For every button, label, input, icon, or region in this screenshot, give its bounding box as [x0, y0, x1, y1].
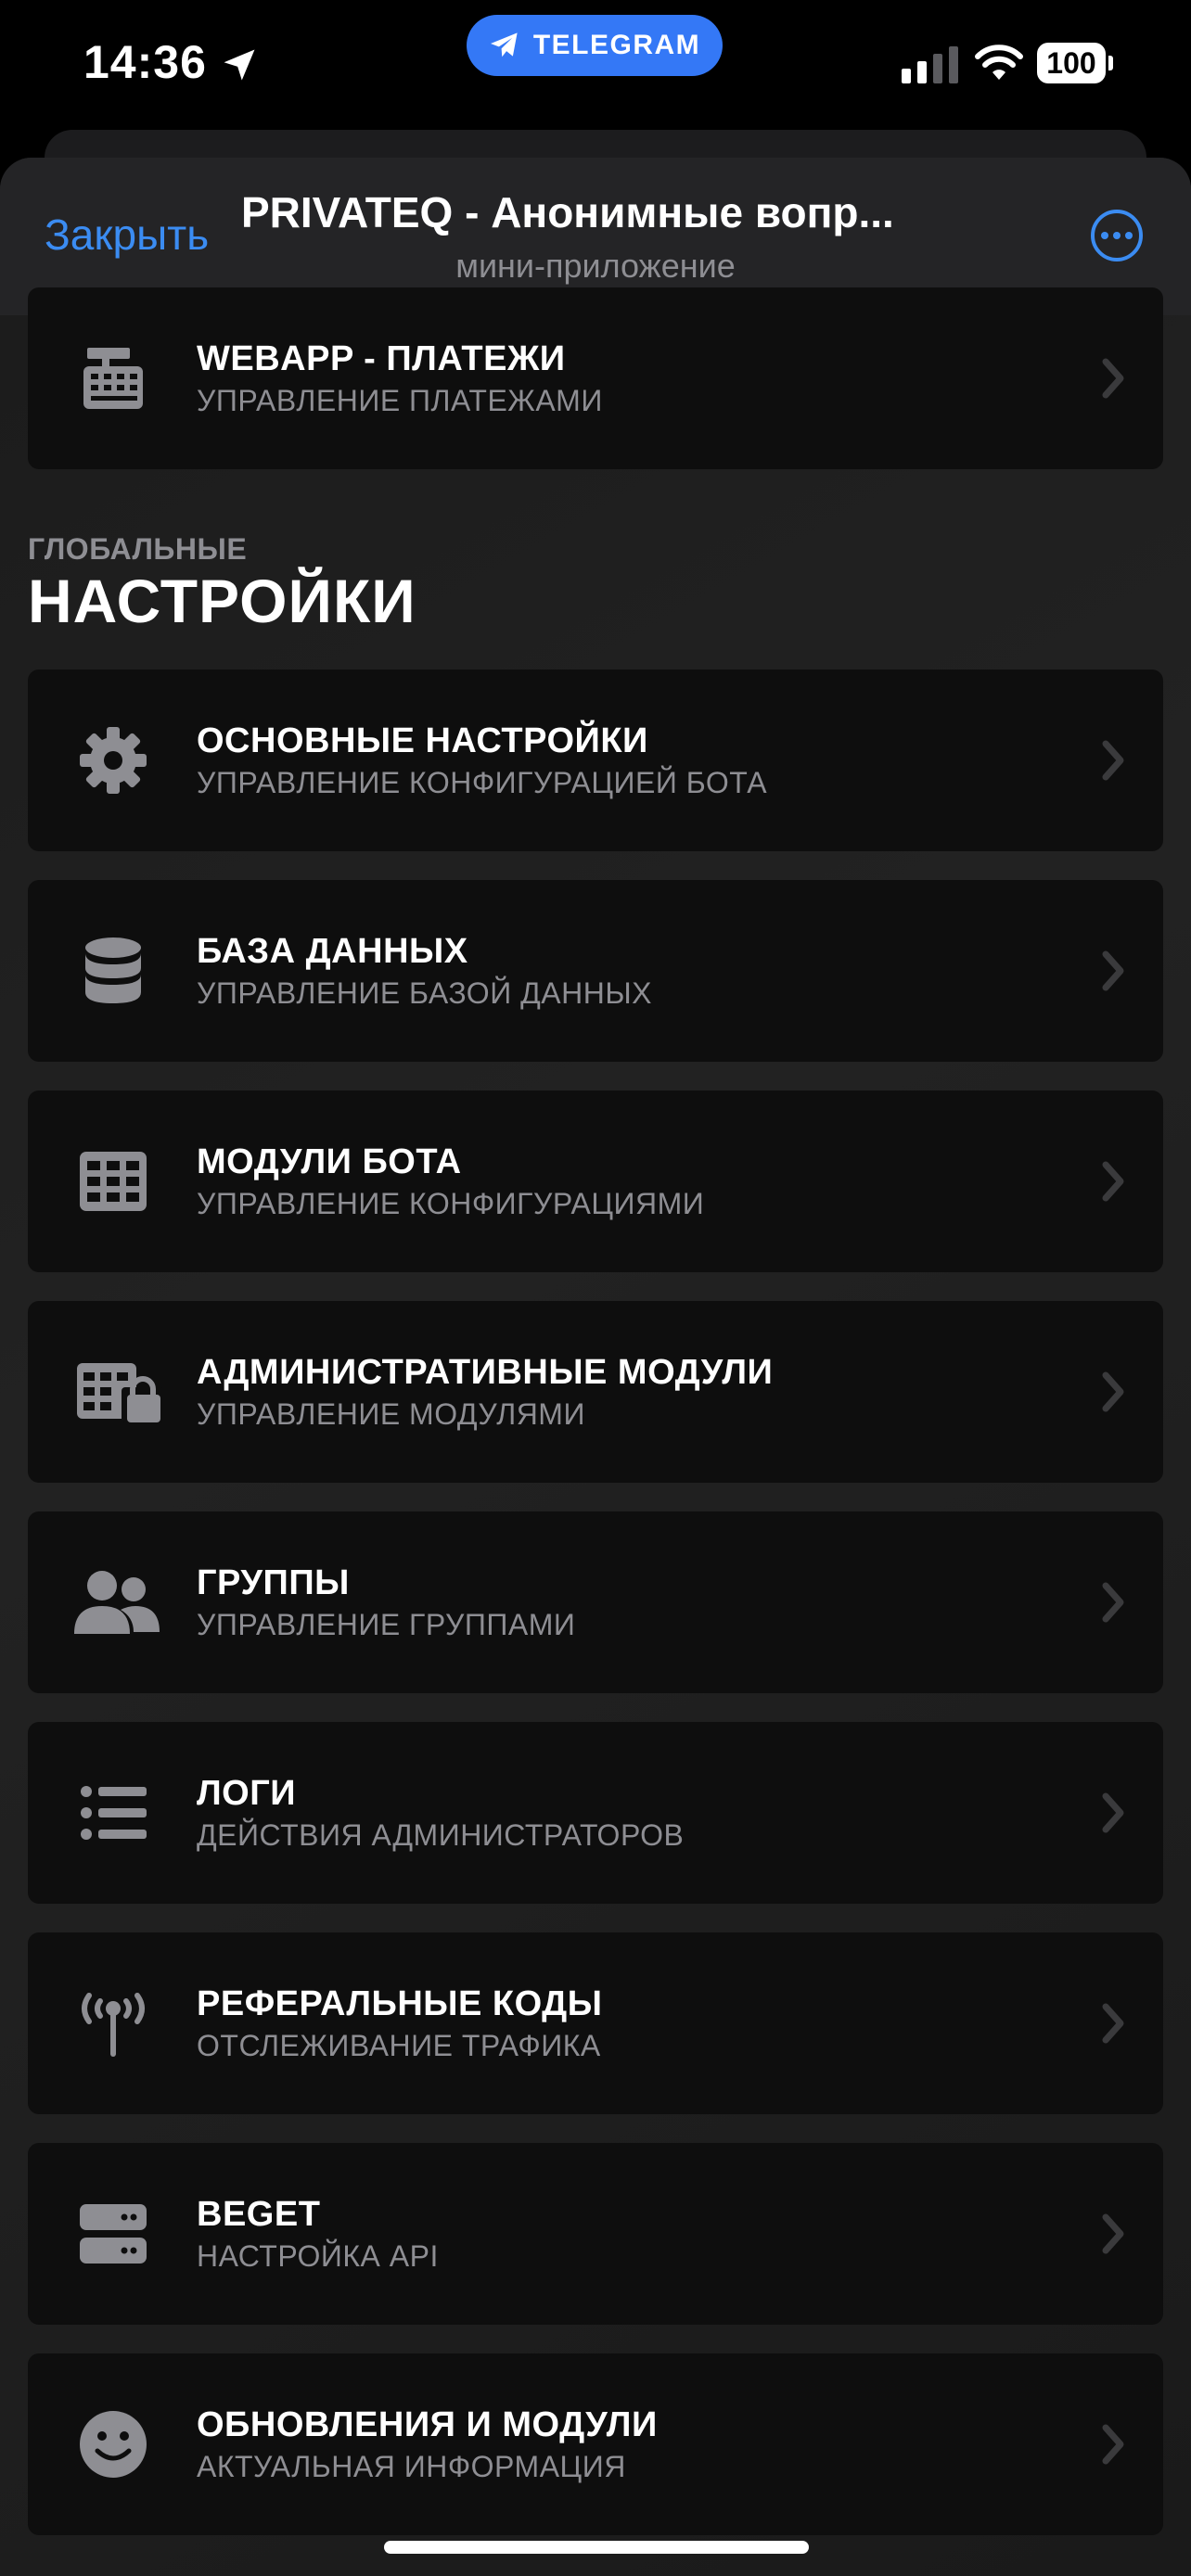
- menu-card-groups[interactable]: ГРУППЫ УПРАВЛЕНИЕ ГРУППАМИ: [28, 1511, 1163, 1693]
- menu-card-title: ОБНОВЛЕНИЯ И МОДУЛИ: [197, 2405, 658, 2444]
- menu-card-description: УПРАВЛЕНИЕ МОДУЛЯМИ: [197, 1397, 585, 1431]
- table-lock-icon: [76, 1355, 165, 1429]
- menu-card-description: УПРАВЛЕНИЕ КОНФИГУРАЦИЕЙ БОТА: [197, 766, 768, 799]
- location-arrow-icon: [224, 49, 255, 81]
- menu-card-description: АКТУАЛЬНАЯ ИНФОРМАЦИЯ: [197, 2450, 626, 2483]
- users-icon: [72, 1565, 161, 1639]
- menu-card-bot-modules[interactable]: МОДУЛИ БОТА УПРАВЛЕНИЕ КОНФИГУРАЦИЯМИ: [28, 1090, 1163, 1272]
- server-icon: [76, 2197, 150, 2271]
- more-options-button[interactable]: [1091, 210, 1143, 261]
- battery-tip: [1108, 56, 1113, 70]
- list-icon: [76, 1776, 150, 1850]
- section-overline: ГЛОБАЛЬНЫЕ: [28, 532, 248, 566]
- more-dot: [1113, 232, 1121, 239]
- menu-card-description: НАСТРОЙКА API: [197, 2239, 439, 2273]
- more-dot: [1125, 232, 1133, 239]
- menu-card-description: УПРАВЛЕНИЕ ПЛАТЕЖАМИ: [197, 384, 603, 417]
- cash-register-icon: [76, 341, 150, 415]
- menu-card-beget[interactable]: BEGET НАСТРОЙКА API: [28, 2143, 1163, 2325]
- gear-icon: [76, 723, 150, 797]
- chevron-right-icon: [1102, 1792, 1124, 1833]
- menu-card-description: УПРАВЛЕНИЕ БАЗОЙ ДАННЫХ: [197, 976, 652, 1010]
- menu-card-database[interactable]: БАЗА ДАННЫХ УПРАВЛЕНИЕ БАЗОЙ ДАННЫХ: [28, 880, 1163, 1062]
- more-dot: [1101, 232, 1108, 239]
- broadcast-tower-icon: [76, 1986, 150, 2060]
- menu-card-referral-codes[interactable]: РЕФЕРАЛЬНЫЕ КОДЫ ОТСЛЕЖИВАНИЕ ТРАФИКА: [28, 1932, 1163, 2114]
- battery-indicator: 100: [1037, 43, 1106, 83]
- telegram-pill-label: TELEGRAM: [532, 30, 701, 60]
- menu-card-title: МОДУЛИ БОТА: [197, 1142, 462, 1181]
- menu-card-title: РЕФЕРАЛЬНЫЕ КОДЫ: [197, 1984, 603, 2023]
- settings-content[interactable]: WEBAPP - ПЛАТЕЖИ УПРАВЛЕНИЕ ПЛАТЕЖАМИ ГЛ…: [0, 287, 1191, 2576]
- chevron-right-icon: [1102, 1371, 1124, 1412]
- home-indicator[interactable]: [384, 2541, 809, 2554]
- section-title: НАСТРОЙКИ: [28, 567, 416, 635]
- wifi-icon: [975, 45, 1023, 80]
- chevron-right-icon: [1102, 1161, 1124, 1202]
- cellular-signal-icon: [902, 46, 958, 83]
- mini-app-sheet: Закрыть PRIVATEQ - Анонимные вопр... мин…: [0, 158, 1191, 2576]
- chevron-right-icon: [1102, 1582, 1124, 1623]
- telegram-pill[interactable]: TELEGRAM: [467, 15, 723, 76]
- status-bar: 14:36 TELEGRAM 100: [0, 0, 1191, 130]
- database-icon: [76, 934, 150, 1008]
- app-subtitle: мини-приложение: [455, 247, 736, 285]
- status-time: 14:36: [83, 36, 207, 88]
- app-title: PRIVATEQ - Анонимные вопр...: [241, 188, 894, 236]
- menu-card-title: ЛОГИ: [197, 1774, 297, 1813]
- menu-card-admin-modules[interactable]: АДМИНИСТРАТИВНЫЕ МОДУЛИ УПРАВЛЕНИЕ МОДУЛ…: [28, 1301, 1163, 1483]
- menu-card-description: ОТСЛЕЖИВАНИЕ ТРАФИКА: [197, 2029, 601, 2062]
- menu-card-description: УПРАВЛЕНИЕ ГРУППАМИ: [197, 1608, 576, 1641]
- menu-card-title: BEGET: [197, 2195, 321, 2234]
- chevron-right-icon: [1102, 950, 1124, 991]
- chevron-right-icon: [1102, 2003, 1124, 2044]
- chevron-right-icon: [1102, 740, 1124, 781]
- menu-card-title: ОСНОВНЫЕ НАСТРОЙКИ: [197, 721, 648, 760]
- menu-card-title: ГРУППЫ: [197, 1563, 350, 1602]
- grid-table-icon: [76, 1144, 150, 1218]
- chevron-right-icon: [1102, 358, 1124, 399]
- chevron-right-icon: [1102, 2424, 1124, 2465]
- menu-card-payments[interactable]: WEBAPP - ПЛАТЕЖИ УПРАВЛЕНИЕ ПЛАТЕЖАМИ: [28, 287, 1163, 469]
- menu-card-description: УПРАВЛЕНИЕ КОНФИГУРАЦИЯМИ: [197, 1187, 705, 1220]
- menu-card-title: WEBAPP - ПЛАТЕЖИ: [197, 339, 566, 378]
- chevron-right-icon: [1102, 2213, 1124, 2254]
- menu-card-title: БАЗА ДАННЫХ: [197, 932, 468, 971]
- menu-card-updates[interactable]: ОБНОВЛЕНИЯ И МОДУЛИ АКТУАЛЬНАЯ ИНФОРМАЦИ…: [28, 2353, 1163, 2535]
- menu-card-general-settings[interactable]: ОСНОВНЫЕ НАСТРОЙКИ УПРАВЛЕНИЕ КОНФИГУРАЦ…: [28, 670, 1163, 851]
- menu-card-title: АДМИНИСТРАТИВНЫЕ МОДУЛИ: [197, 1353, 774, 1392]
- menu-card-description: ДЕЙСТВИЯ АДМИНИСТРАТОРОВ: [197, 1818, 685, 1852]
- smile-icon: [76, 2407, 150, 2481]
- telegram-plane-icon: [490, 32, 518, 57]
- menu-card-logs[interactable]: ЛОГИ ДЕЙСТВИЯ АДМИНИСТРАТОРОВ: [28, 1722, 1163, 1904]
